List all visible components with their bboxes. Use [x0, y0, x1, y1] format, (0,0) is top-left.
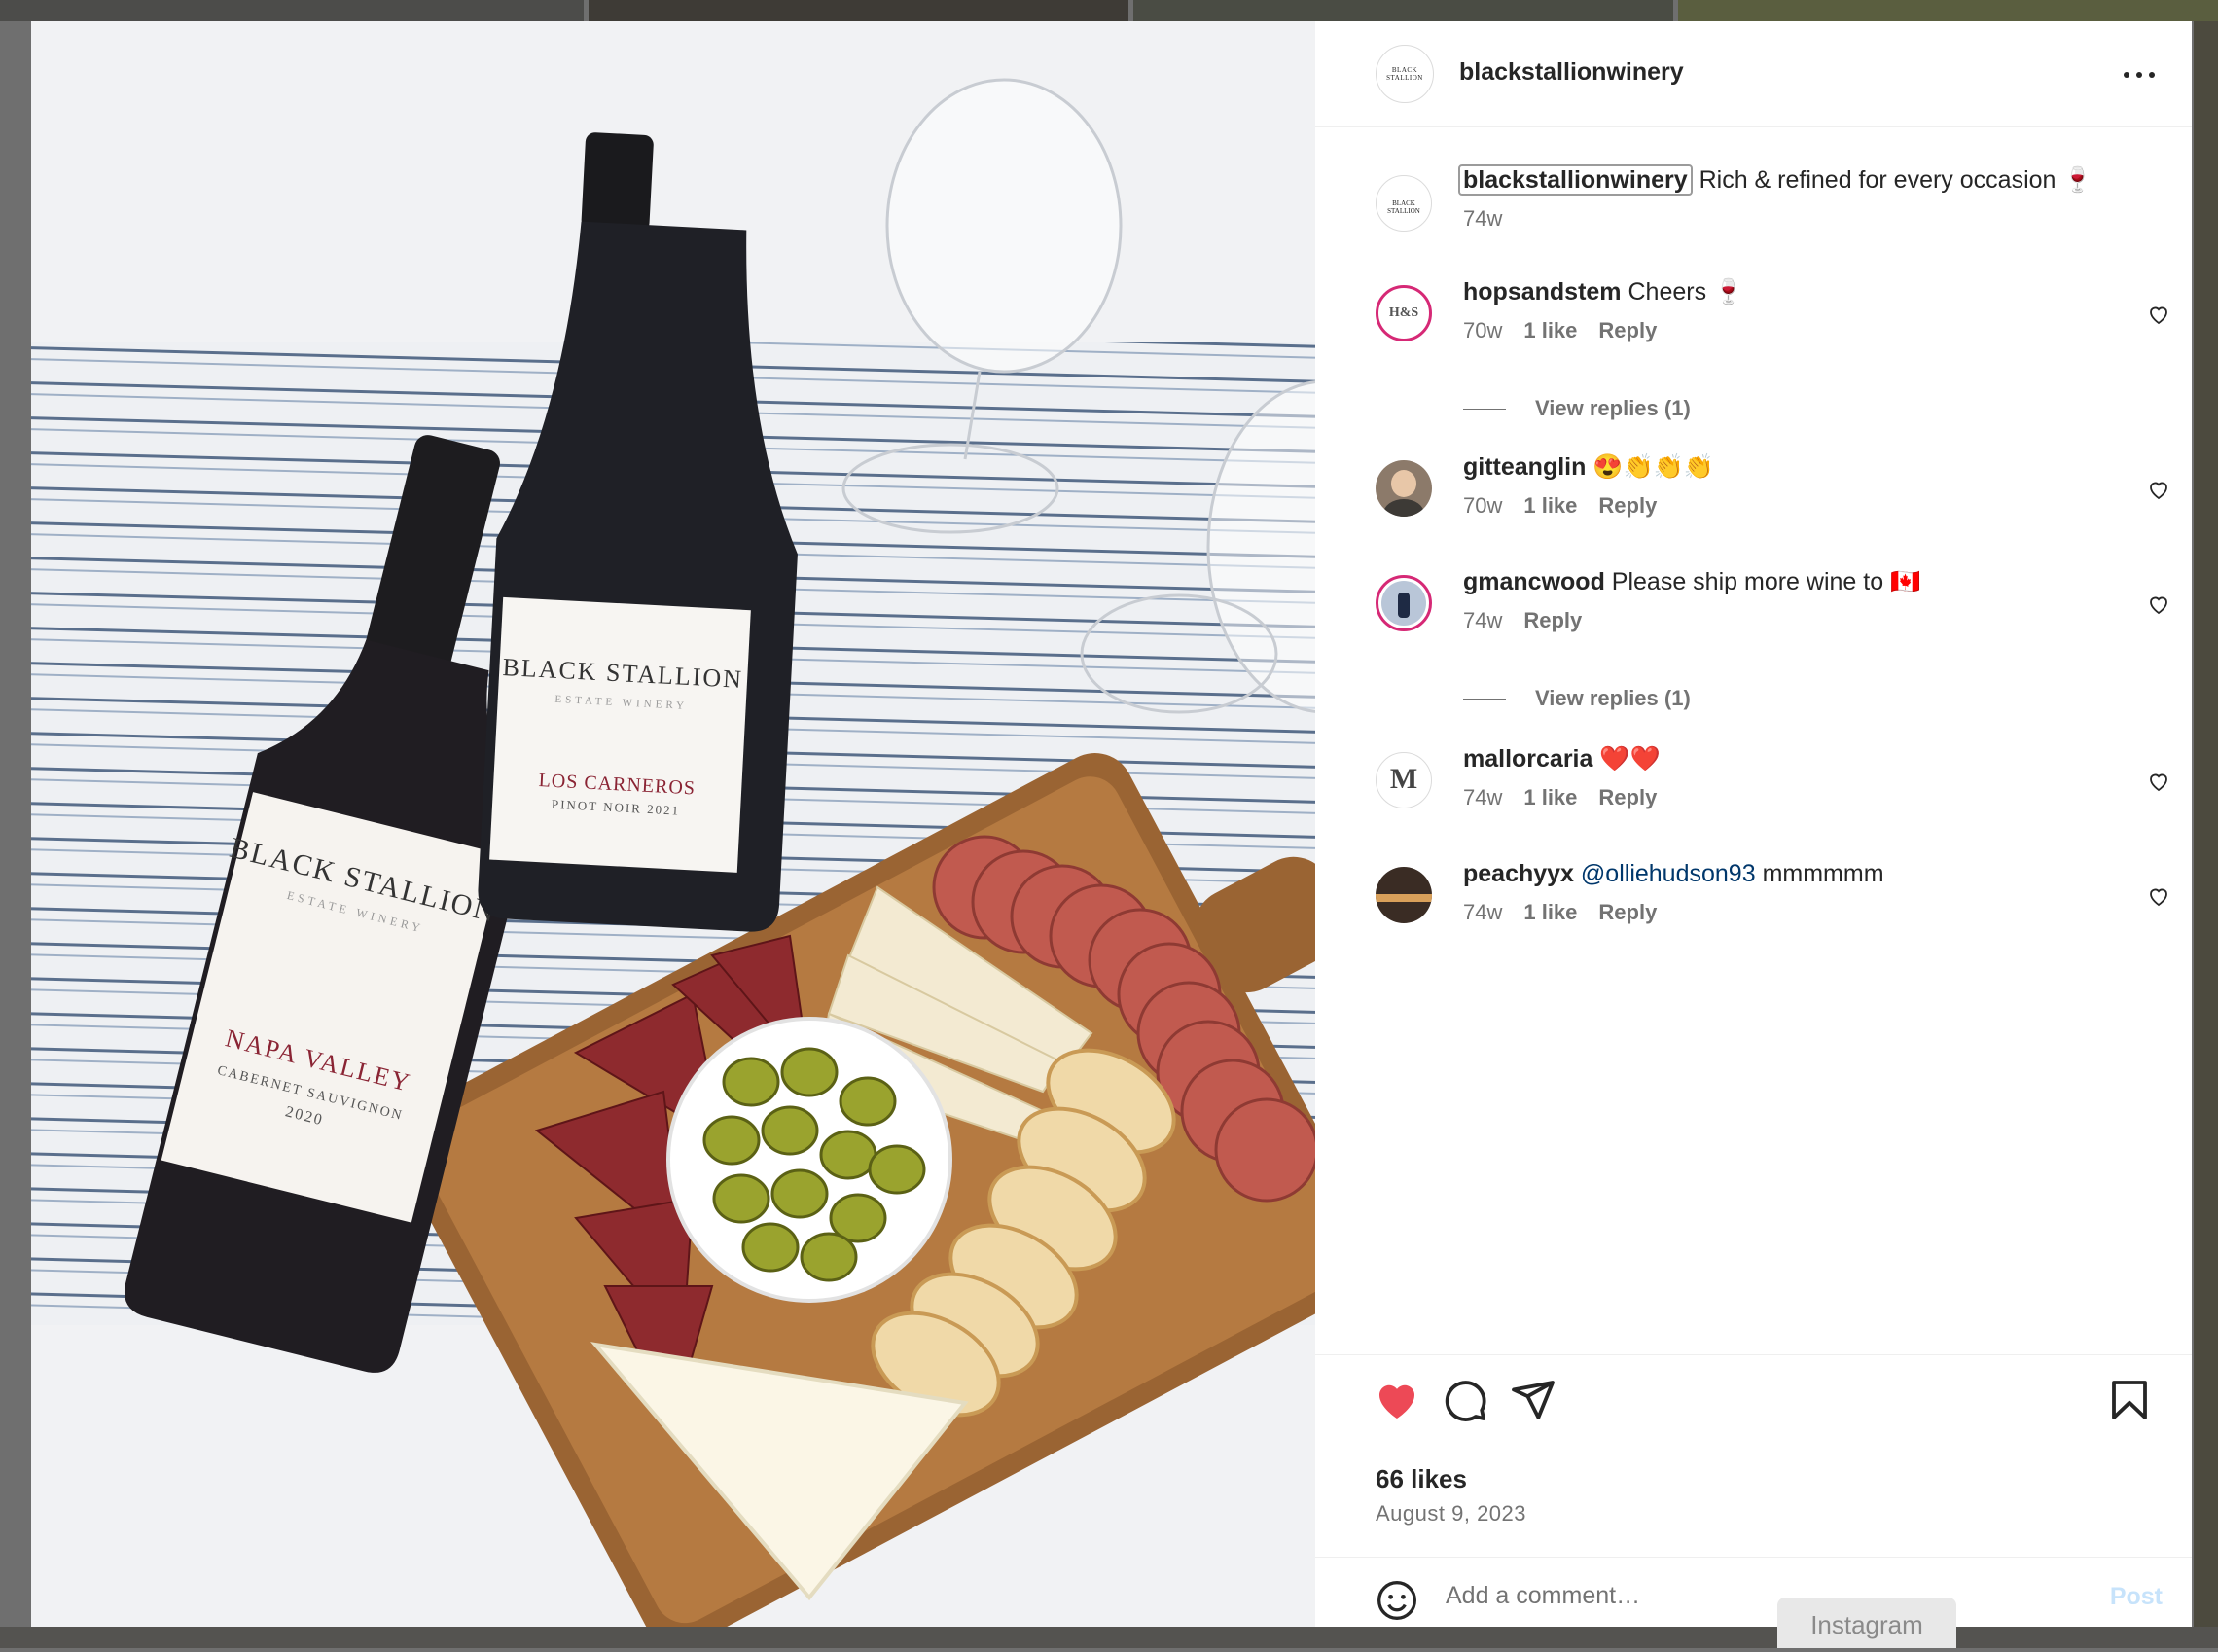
more-dot-icon	[2124, 72, 2129, 78]
background-tile	[0, 0, 584, 21]
comment-age[interactable]: 74w	[1463, 900, 1502, 925]
brand-logo-text: BLACK STALLION	[1386, 66, 1423, 82]
avatar[interactable]	[1376, 460, 1432, 517]
like-comment-heart-icon[interactable]	[2147, 478, 2170, 501]
reply-button[interactable]: Reply	[1598, 318, 1657, 343]
like-comment-heart-icon[interactable]	[2147, 303, 2170, 326]
comment-age[interactable]: 70w	[1463, 318, 1502, 343]
post-modal: BLACK STALLION ESTATE WINERY NAPA VALLEY…	[31, 21, 2192, 1627]
brand-logo-text: BLACK STALLION	[1387, 199, 1420, 215]
photo-illustration: BLACK STALLION ESTATE WINERY NAPA VALLEY…	[31, 21, 1315, 1627]
comment-text: mmmmmm	[1762, 860, 1884, 887]
avatar-face	[1391, 470, 1416, 497]
comment-age[interactable]: 70w	[1463, 493, 1502, 519]
like-comment-heart-icon[interactable]	[2147, 770, 2170, 793]
view-replies-label: View replies (1)	[1535, 396, 1691, 420]
avatar[interactable]	[1376, 867, 1432, 923]
comment-username[interactable]: gmancwood	[1463, 568, 1605, 595]
more-dot-icon	[2149, 72, 2155, 78]
background-tile	[1678, 0, 2218, 21]
comment-username[interactable]: peachyyx	[1463, 860, 1574, 887]
background-tile	[1133, 0, 1673, 21]
comment-likes[interactable]: 1 like	[1523, 900, 1577, 925]
like-comment-heart-icon[interactable]	[2147, 884, 2170, 908]
header-username[interactable]: blackstallionwinery	[1459, 58, 1684, 87]
caption-text: Rich & refined for every occasion 🍷	[1699, 166, 2093, 194]
avatar-figure	[1398, 593, 1410, 618]
reply-button[interactable]: Reply	[1523, 608, 1582, 633]
comments-list[interactable]: BLACK STALLION blackstallionwinery Rich …	[1315, 126, 2192, 1354]
post-comment-button[interactable]: Post	[2110, 1583, 2163, 1611]
share-icon[interactable]	[1510, 1377, 1556, 1423]
comment-text: Cheers 🍷	[1628, 278, 1744, 305]
avatar[interactable]: M	[1376, 752, 1432, 808]
emoji-icon[interactable]	[1376, 1579, 1418, 1622]
avatar-text: H&S	[1381, 291, 1426, 336]
comment-likes[interactable]: 1 like	[1523, 318, 1577, 343]
comment-username[interactable]: hopsandstem	[1463, 278, 1622, 305]
background-tile	[589, 0, 1128, 21]
bookmark-icon[interactable]	[2106, 1377, 2153, 1423]
avatar-shoulders	[1383, 499, 1424, 517]
comment-likes[interactable]: 1 like	[1523, 785, 1577, 810]
comment-likes[interactable]: 1 like	[1523, 493, 1577, 519]
avatar[interactable]: H&S	[1376, 285, 1432, 341]
more-dot-icon	[2136, 72, 2142, 78]
olive-bowl	[666, 1017, 952, 1303]
avatar[interactable]: BLACK STALLION	[1376, 45, 1434, 103]
comment-text: ❤️❤️	[1599, 745, 1661, 772]
caption-age[interactable]: 74w	[1463, 206, 1502, 232]
divider	[1463, 698, 1506, 700]
comment-username[interactable]: mallorcaria	[1463, 745, 1592, 772]
comment-mention-link[interactable]: @olliehudson93	[1581, 860, 1756, 887]
background-tile	[2194, 21, 2218, 1648]
reply-button[interactable]: Reply	[1598, 900, 1657, 925]
post-photo[interactable]: BLACK STALLION ESTATE WINERY NAPA VALLEY…	[31, 21, 1315, 1627]
reply-button[interactable]: Reply	[1598, 493, 1657, 519]
avatar-sunset	[1376, 894, 1432, 902]
comment-text: 😍👏👏👏	[1592, 453, 1714, 481]
reply-button[interactable]: Reply	[1598, 785, 1657, 810]
divider	[1463, 408, 1506, 410]
avatar-text: M	[1389, 763, 1418, 795]
comment-icon[interactable]	[1442, 1377, 1488, 1423]
like-comment-heart-icon[interactable]	[2147, 593, 2170, 616]
liked-heart-icon[interactable]	[1374, 1377, 1420, 1423]
post-actions: 66 likes August 9, 2023 Post	[1315, 1354, 2192, 1627]
avatar[interactable]: BLACK STALLION	[1376, 175, 1432, 232]
post-date: August 9, 2023	[1376, 1501, 1527, 1526]
comment-username[interactable]: gitteanglin	[1463, 453, 1586, 481]
more-options-button[interactable]	[2120, 56, 2159, 91]
view-replies-button[interactable]: View replies (1)	[1463, 396, 1691, 421]
likes-count[interactable]: 66 likes	[1376, 1464, 1467, 1494]
add-comment-bar: Post	[1315, 1557, 2192, 1627]
comment-text: Please ship more wine to 🇨🇦	[1611, 568, 1921, 595]
view-replies-button[interactable]: View replies (1)	[1463, 686, 1691, 711]
avatar[interactable]	[1376, 575, 1432, 631]
comment-age[interactable]: 74w	[1463, 785, 1502, 810]
view-replies-label: View replies (1)	[1535, 686, 1691, 710]
avatar-photo	[1381, 581, 1426, 626]
post-header: BLACK STALLION blackstallionwinery	[1315, 21, 2192, 127]
post-sidebar: BLACK STALLION blackstallionwinery BLACK…	[1315, 21, 2192, 1627]
caption-username[interactable]: blackstallionwinery	[1458, 164, 1693, 196]
comment-age[interactable]: 74w	[1463, 608, 1502, 633]
instagram-tooltip: Instagram	[1777, 1598, 1956, 1648]
